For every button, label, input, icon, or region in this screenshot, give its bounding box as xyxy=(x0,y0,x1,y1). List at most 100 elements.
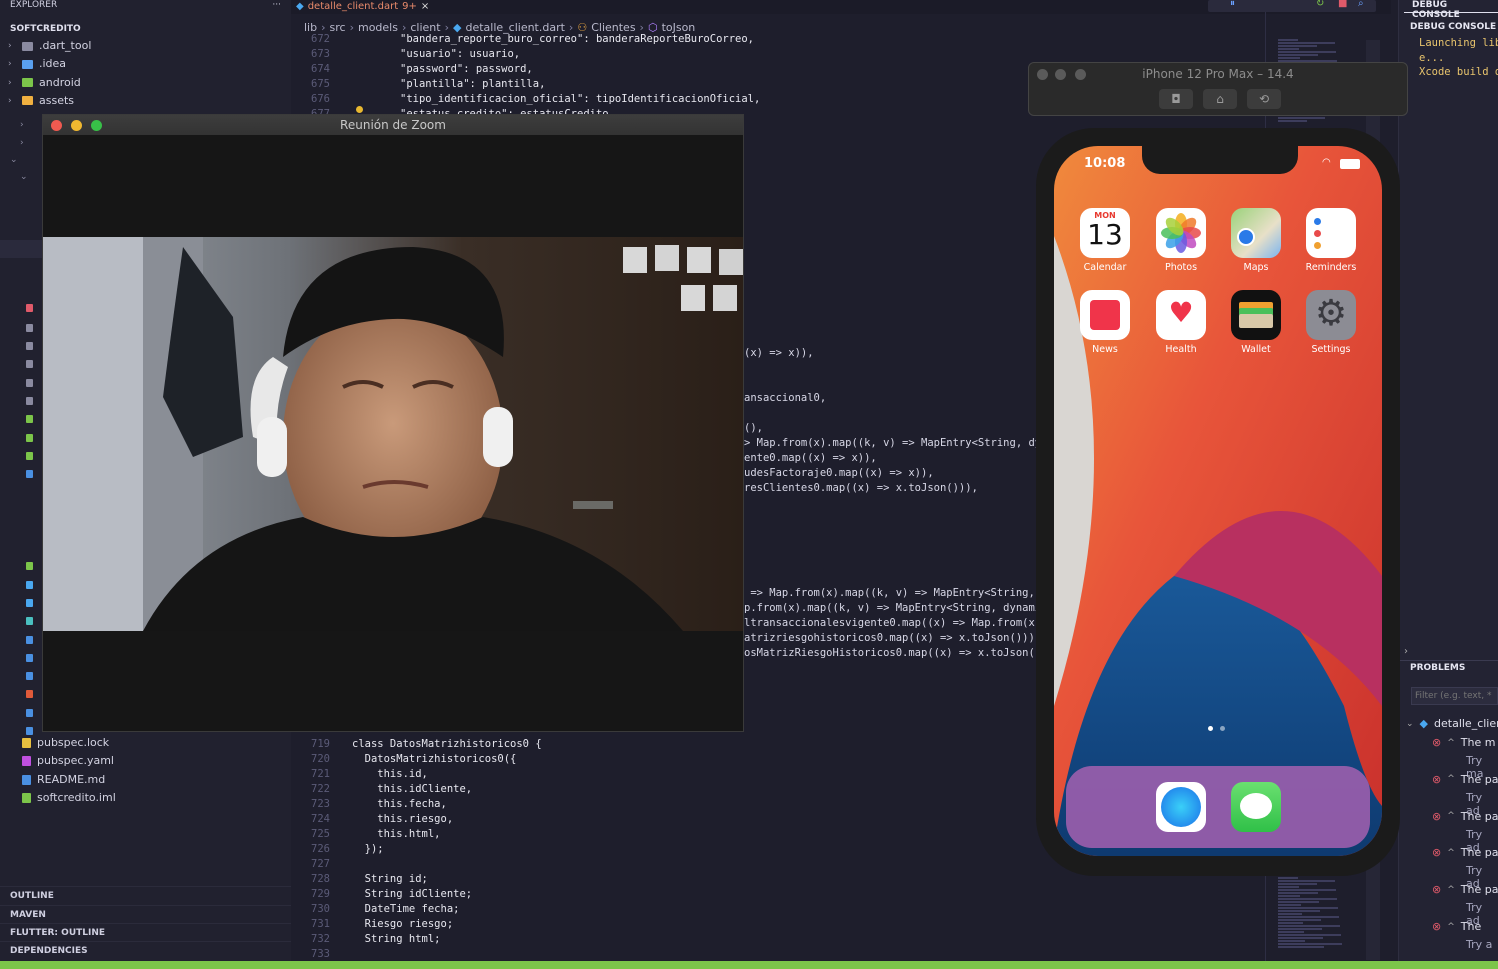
minimize-window-button[interactable] xyxy=(71,120,82,131)
chevron-right-icon[interactable]: › xyxy=(1404,646,1408,657)
tree-folder-darttool[interactable]: › .dart_tool xyxy=(8,37,91,55)
code-line[interactable]: 731 Riesgo riesgo; xyxy=(296,917,453,932)
stop-icon[interactable]: ■ xyxy=(1338,0,1347,9)
chevron-down-icon[interactable]: ⌄ xyxy=(20,172,28,182)
line-number: 722 xyxy=(311,783,330,795)
code-line[interactable]: 725 this.html, xyxy=(296,827,440,842)
editor-tab[interactable]: ◆ detalle_client.dart 9+ × xyxy=(296,0,429,14)
close-window-button[interactable] xyxy=(51,120,62,131)
code-line[interactable]: 728 String id; xyxy=(296,872,428,887)
code-line[interactable]: 674 "password": password, xyxy=(296,62,533,77)
problem-item[interactable]: ⊗ ^ The pa xyxy=(1432,810,1498,823)
code-line[interactable]: 722 this.idCliente, xyxy=(296,782,472,797)
line-number: 723 xyxy=(311,798,330,810)
project-root[interactable]: SOFTCREDITO xyxy=(0,20,291,38)
code-fragment[interactable]: p.from(x).map((k, v) => MapEntry<String,… xyxy=(744,601,1054,616)
reminders-icon[interactable] xyxy=(1306,208,1356,258)
code-line[interactable]: 676 "tipo_identificacion_oficial": tipoId… xyxy=(296,92,760,107)
code-line[interactable]: 672 "bandera_reporte_buro_correo": bander… xyxy=(296,32,754,47)
code-fragment[interactable]: (), xyxy=(744,421,763,436)
maps-icon[interactable] xyxy=(1231,208,1281,258)
tree-folder-android[interactable]: › android xyxy=(8,74,81,92)
health-icon[interactable]: ♥ xyxy=(1156,290,1206,340)
code-line[interactable]: 726 }); xyxy=(296,842,384,857)
problems-filter-input[interactable] xyxy=(1411,687,1498,705)
home-icon[interactable]: ⌂ xyxy=(1203,89,1237,109)
chevron-up-icon: ^ xyxy=(1447,921,1455,932)
problem-item[interactable]: ⊗ ^ The xyxy=(1432,920,1481,933)
code-line[interactable]: 732 String html; xyxy=(296,932,440,947)
debug-console-section[interactable]: DEBUG CONSOLE xyxy=(1410,22,1496,32)
tree-file[interactable]: softcredito.iml xyxy=(22,789,116,807)
code-line[interactable]: 727 xyxy=(296,857,352,872)
page-indicator-dot[interactable] xyxy=(1208,726,1213,731)
code-fragment[interactable]: osMatrizRiesgoHistoricos0.map((x) => x.t… xyxy=(744,646,1054,661)
status-bar[interactable] xyxy=(0,961,1498,969)
safari-icon[interactable] xyxy=(1156,782,1206,832)
chevron-down-icon[interactable]: ⌄ xyxy=(10,155,18,165)
flutter-outline-section[interactable]: FLUTTER: OUTLINE xyxy=(0,923,291,941)
maximize-window-button[interactable] xyxy=(91,120,102,131)
tree-folder-idea[interactable]: › .idea xyxy=(8,55,66,73)
code-fragment[interactable]: ansaccional0, xyxy=(744,391,826,406)
code-fragment[interactable]: (x) => x)), xyxy=(744,346,814,361)
code-fragment[interactable]: ltransaccionalesvigente0.map((x) => Map.… xyxy=(744,616,1054,631)
lightbulb-icon[interactable] xyxy=(356,106,363,113)
wallet-icon[interactable] xyxy=(1231,290,1281,340)
calendar-icon[interactable]: MON 13 xyxy=(1080,208,1130,258)
code-fragment[interactable]: udesFactoraje0.map((x) => x)), xyxy=(744,466,934,481)
problems-file-row[interactable]: ⌄ ◆ detalle_clien xyxy=(1406,717,1498,730)
code-fragment[interactable]: > Map.from(x).map((k, v) => MapEntry<Str… xyxy=(744,436,1054,451)
tree-file[interactable]: pubspec.yaml xyxy=(22,752,114,770)
problem-item[interactable]: ⊗ ^ The m xyxy=(1432,736,1495,749)
code-fragment[interactable]: => Map.from(x).map((k, v) => MapEntry<St… xyxy=(744,586,1053,601)
code-fragment[interactable]: atrizriesgohistoricos0.map((x) => x.toJs… xyxy=(744,631,1041,646)
tree-file[interactable]: README.md xyxy=(22,771,105,789)
dependencies-section[interactable]: DEPENDENCIES xyxy=(0,941,291,959)
more-actions-icon[interactable]: ··· xyxy=(272,0,281,12)
code-line[interactable]: 724 this.riesgo, xyxy=(296,812,453,827)
zoom-title-bar[interactable]: Reunión de Zoom xyxy=(43,115,743,135)
news-icon[interactable] xyxy=(1080,290,1130,340)
code-fragment[interactable]: ente0.map((x) => x)), xyxy=(744,451,877,466)
messages-icon[interactable] xyxy=(1231,782,1281,832)
minimap[interactable] xyxy=(1278,876,1353,956)
rotate-icon[interactable]: ⟲ xyxy=(1247,89,1281,109)
chevron-down-icon: ⌄ xyxy=(1406,718,1414,729)
code-line[interactable]: 673 "usuario": usuario, xyxy=(296,47,520,62)
maven-section[interactable]: MAVEN xyxy=(0,905,291,923)
close-icon[interactable]: × xyxy=(421,1,429,13)
problems-section[interactable]: PROBLEMS xyxy=(1410,663,1465,673)
restart-icon[interactable]: ↻ xyxy=(1316,0,1324,9)
code-line[interactable]: 720 DatosMatrizhistoricos0({ xyxy=(296,752,516,767)
console-line: Launching lib xyxy=(1419,37,1498,49)
settings-icon[interactable]: ⚙ xyxy=(1306,290,1356,340)
code-line[interactable]: 730 DateTime fecha; xyxy=(296,902,459,917)
debug-console-tab[interactable]: DEBUG CONSOLE xyxy=(1412,0,1498,20)
home-screen[interactable]: 10:08 ◠ MON 13 Calendar Photos Maps Remi… xyxy=(1054,146,1382,856)
code-line[interactable]: 721 this.id, xyxy=(296,767,428,782)
divider xyxy=(1400,660,1498,661)
outline-section[interactable]: OUTLINE xyxy=(0,886,291,904)
chevron-right-icon[interactable]: › xyxy=(20,120,24,130)
notch xyxy=(1142,146,1298,174)
page-indicator-dot[interactable] xyxy=(1220,726,1225,731)
tree-folder-assets[interactable]: › assets xyxy=(8,92,74,110)
tree-file[interactable]: pubspec.lock xyxy=(22,734,109,752)
photos-icon[interactable] xyxy=(1156,208,1206,258)
code-line[interactable]: 723 this.fecha, xyxy=(296,797,447,812)
inspect-icon[interactable]: ⌕ xyxy=(1358,0,1364,9)
code-line[interactable]: 675 "plantilla": plantilla, xyxy=(296,77,545,92)
code-line[interactable]: 719 class DatosMatrizhistoricos0 { xyxy=(296,737,542,752)
code-line[interactable]: 729 String idCliente; xyxy=(296,887,472,902)
code-line[interactable]: 733 xyxy=(296,947,352,962)
screenshot-icon[interactable]: ◘ xyxy=(1159,89,1193,109)
pause-icon[interactable]: ⏸ xyxy=(1230,0,1235,9)
iml-icon xyxy=(22,792,31,803)
chevron-right-icon[interactable]: › xyxy=(20,138,24,148)
code-fragment[interactable]: resClientes0.map((x) => x.toJson())), xyxy=(744,481,978,496)
calendar-date: 13 xyxy=(1087,218,1123,251)
problem-item[interactable]: ⊗ ^ The pa xyxy=(1432,846,1498,859)
problem-item[interactable]: ⊗ ^ The pa xyxy=(1432,883,1498,896)
problem-item[interactable]: ⊗ ^ The pa xyxy=(1432,773,1498,786)
